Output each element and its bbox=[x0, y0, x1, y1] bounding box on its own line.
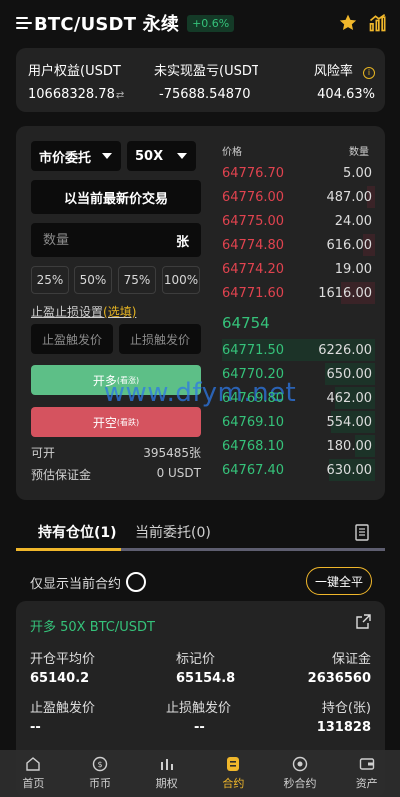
tab-positions[interactable]: 持有仓位(1) bbox=[38, 522, 117, 542]
take-profit-price: 止盈触发价 -- bbox=[30, 701, 96, 735]
stop-loss-price: 止损触发价 -- bbox=[166, 701, 232, 735]
trade-panel: 市价委托 50X 以当前最新价交易 张 25% 50% 75% 100% 止盈止… bbox=[16, 126, 385, 500]
quantity-unit: 张 bbox=[175, 234, 189, 250]
target-icon bbox=[292, 756, 308, 772]
ask-row[interactable]: 64776.70 5.00 bbox=[222, 162, 372, 184]
account-summary-card: 用户权益(USDT 10668328.78⇄ 未实现盈亏(USDT -75688… bbox=[16, 48, 385, 112]
available-value: 395485张 bbox=[143, 446, 201, 460]
percent-25-button[interactable]: 25% bbox=[31, 266, 69, 294]
bid-row[interactable]: 64768.10 180.00 bbox=[222, 435, 375, 457]
bid-row[interactable]: 64767.40 630.00 bbox=[222, 459, 375, 481]
pair-title[interactable]: BTC/USDT 永续 bbox=[34, 10, 179, 36]
open-long-button[interactable]: 开多 (看涨) bbox=[31, 365, 201, 395]
coin-icon: $ bbox=[92, 756, 108, 772]
orderbook-price-header: 价格 bbox=[222, 147, 242, 158]
only-current-label: 仅显示当前合约 bbox=[30, 576, 122, 592]
ask-row[interactable]: 64771.60 1616.00 bbox=[222, 282, 375, 304]
bid-row[interactable]: 64769.80 462.00 bbox=[222, 387, 375, 409]
available-label: 可开 bbox=[31, 446, 56, 460]
radio-icon[interactable] bbox=[126, 572, 147, 592]
transfer-icon[interactable]: ⇄ bbox=[116, 90, 124, 101]
open-short-button[interactable]: 开空 (看跌) bbox=[31, 407, 201, 437]
chart-icon[interactable] bbox=[368, 13, 388, 33]
position-margin: 保证金 2636560 bbox=[307, 652, 371, 686]
quantity-input[interactable] bbox=[43, 232, 143, 248]
close-all-button[interactable]: 一键全平 bbox=[306, 567, 372, 595]
margin-value: 0 USDT bbox=[156, 466, 201, 480]
sl-tp-settings-link[interactable]: 止盈止损设置(选填) bbox=[31, 303, 136, 320]
percent-50-button[interactable]: 50% bbox=[74, 266, 112, 294]
tab-underline bbox=[16, 548, 385, 551]
nav-home[interactable]: 首页 bbox=[0, 750, 67, 797]
price-change-badge: +0.6% bbox=[187, 14, 235, 32]
favorite-star-icon[interactable] bbox=[338, 13, 358, 33]
risk-rate-value: 404.63% bbox=[317, 87, 375, 102]
home-icon bbox=[26, 757, 41, 771]
orderbook-qty-header: 数量 bbox=[349, 147, 369, 158]
position-tabs: 持有仓位(1) 当前委托(0) bbox=[16, 514, 385, 552]
unrealized-pnl-label: 未实现盈亏(USDT bbox=[154, 64, 258, 79]
position-title: 开多 50X BTC/USDT bbox=[30, 620, 155, 635]
margin-row: 预估保证金 0 USDT bbox=[31, 466, 201, 483]
ask-row[interactable]: 64775.00 24.00 bbox=[222, 210, 372, 232]
only-current-contract-toggle[interactable]: 仅显示当前合约 bbox=[30, 572, 147, 592]
bid-row[interactable]: 64771.50 6226.00 bbox=[222, 339, 375, 361]
stop-loss-input[interactable]: 止损触发价 bbox=[119, 324, 201, 354]
percent-100-button[interactable]: 100% bbox=[162, 266, 200, 294]
chevron-down-icon bbox=[102, 153, 112, 159]
holding-amount: 持仓(张) 131828 bbox=[316, 701, 371, 735]
bid-row[interactable]: 64769.10 554.00 bbox=[222, 411, 375, 433]
contract-icon bbox=[227, 757, 240, 771]
available-row: 可开 395485张 bbox=[31, 444, 201, 461]
info-icon[interactable]: i bbox=[363, 67, 375, 79]
percent-75-button[interactable]: 75% bbox=[118, 266, 156, 294]
risk-rate-label: 风险率 i bbox=[314, 60, 375, 79]
margin-label: 预估保证金 bbox=[31, 468, 92, 482]
menu-icon[interactable] bbox=[16, 16, 32, 30]
share-icon[interactable] bbox=[356, 614, 371, 629]
nav-contract[interactable]: 合约 bbox=[200, 750, 267, 797]
bottom-nav: 首页 $ 币币 期权 合约 秒合约 资产 bbox=[0, 750, 400, 797]
document-icon[interactable] bbox=[355, 524, 369, 541]
bid-row[interactable]: 64770.20 650.00 bbox=[222, 363, 375, 385]
order-type-select[interactable]: 市价委托 bbox=[31, 141, 121, 171]
nav-assets[interactable]: 资产 bbox=[333, 750, 400, 797]
chevron-down-icon bbox=[177, 153, 187, 159]
ask-row[interactable]: 64776.00 487.00 bbox=[222, 186, 375, 208]
leverage-select[interactable]: 50X bbox=[127, 141, 196, 171]
top-bar: BTC/USDT 永续 +0.6% bbox=[0, 0, 400, 46]
nav-spot[interactable]: $ 币币 bbox=[67, 750, 134, 797]
nav-second-contract[interactable]: 秒合约 bbox=[267, 750, 334, 797]
last-price: 64754 bbox=[222, 314, 270, 332]
svg-text:$: $ bbox=[97, 760, 102, 769]
nav-options[interactable]: 期权 bbox=[133, 750, 200, 797]
take-profit-input[interactable]: 止盈触发价 bbox=[31, 324, 113, 354]
quantity-field[interactable]: 张 bbox=[31, 223, 201, 257]
order-type-value: 市价委托 bbox=[39, 150, 92, 166]
ask-row[interactable]: 64774.20 19.00 bbox=[222, 258, 372, 280]
unrealized-pnl-value: -75688.54870 bbox=[159, 87, 251, 102]
ask-row[interactable]: 64774.80 616.00 bbox=[222, 234, 375, 256]
tab-orders[interactable]: 当前委托(0) bbox=[135, 522, 211, 542]
candlestick-icon bbox=[160, 759, 173, 770]
avg-open-price: 开仓平均价 65140.2 bbox=[30, 652, 96, 686]
equity-value: 10668328.78⇄ bbox=[28, 87, 125, 102]
market-price-button[interactable]: 以当前最新价交易 bbox=[31, 180, 201, 214]
equity-label: 用户权益(USDT bbox=[28, 64, 121, 79]
mark-price: 标记价 65154.8 bbox=[176, 652, 236, 686]
wallet-icon bbox=[359, 758, 374, 770]
leverage-value: 50X bbox=[135, 148, 164, 164]
